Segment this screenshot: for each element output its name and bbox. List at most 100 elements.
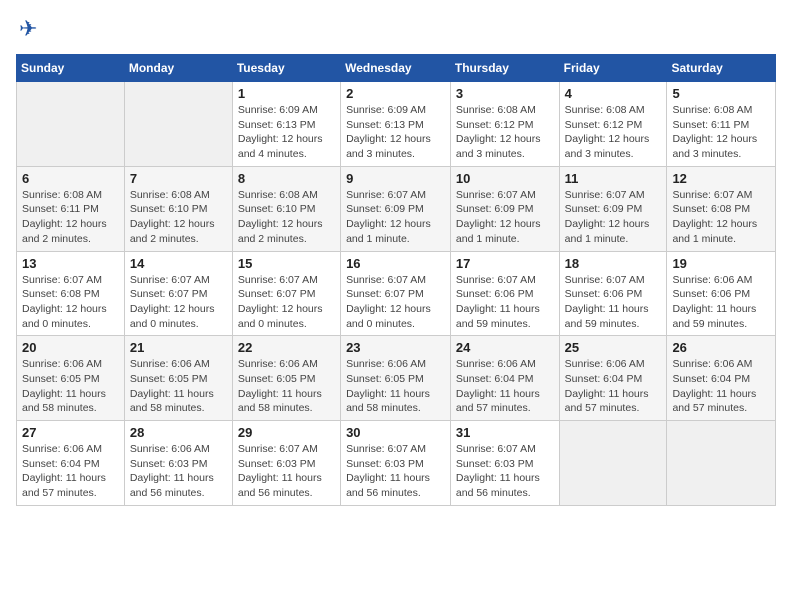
day-number: 16 (346, 256, 445, 271)
day-number: 2 (346, 86, 445, 101)
calendar-day-cell: 23Sunrise: 6:06 AMSunset: 6:05 PMDayligh… (341, 336, 451, 421)
calendar-day-cell: 31 Sunrise: 6:07 AMSunset: 6:03 PMDayligh… (450, 421, 559, 506)
day-detail: Sunrise: 6:07 AMSunset: 6:08 PMDaylight:… (22, 273, 119, 332)
calendar-day-cell: 21 Sunrise: 6:06 AMSunset: 6:05 PMDayligh… (124, 336, 232, 421)
calendar-day-cell: 9 Sunrise: 6:07 AMSunset: 6:09 PMDaylight… (341, 166, 451, 251)
day-number: 5 (672, 86, 770, 101)
calendar-week-row: 1 Sunrise: 6:09 AMSunset: 6:13 PMDaylight… (17, 82, 776, 167)
calendar-day-cell: 25 Sunrise: 6:06 AMSunset: 6:04 PMDayligh… (559, 336, 667, 421)
day-number: 10 (456, 171, 554, 186)
day-number: 13 (22, 256, 119, 271)
day-number: 20 (22, 340, 119, 355)
calendar-day-cell: 8Sunrise: 6:08 AMSunset: 6:10 PMDaylight… (232, 166, 340, 251)
day-number: 3 (456, 86, 554, 101)
day-number: 11 (565, 171, 662, 186)
day-number: 22 (238, 340, 335, 355)
day-detail: Sunrise: 6:06 AMSunset: 6:05 PMDaylight:… (22, 357, 119, 416)
calendar-day-cell: 22 Sunrise: 6:06 AMSunset: 6:05 PMDayligh… (232, 336, 340, 421)
day-detail: Sunrise: 6:07 AMSunset: 6:06 PMDaylight:… (456, 273, 554, 332)
weekday-header-tuesday: Tuesday (232, 55, 340, 82)
day-detail: Sunrise: 6:09 AMSunset: 6:13 PMDaylight:… (238, 103, 335, 162)
calendar-day-cell: 12 Sunrise: 6:07 AMSunset: 6:08 PMDayligh… (667, 166, 776, 251)
day-detail: Sunrise: 6:06 AMSunset: 6:04 PMDaylight:… (456, 357, 554, 416)
calendar-day-cell: 30 Sunrise: 6:07 AMSunset: 6:03 PMDayligh… (341, 421, 451, 506)
day-detail: Sunrise: 6:09 AMSunset: 6:13 PMDaylight:… (346, 103, 445, 162)
calendar-table: SundayMondayTuesdayWednesdayThursdayFrid… (16, 54, 776, 506)
day-detail: Sunrise: 6:07 AMSunset: 6:03 PMDaylight:… (456, 442, 554, 501)
calendar-day-cell: 18Sunrise: 6:07 AMSunset: 6:06 PMDayligh… (559, 251, 667, 336)
day-detail: Sunrise: 6:06 AMSunset: 6:05 PMDaylight:… (238, 357, 335, 416)
day-number: 9 (346, 171, 445, 186)
calendar-week-row: 20 Sunrise: 6:06 AMSunset: 6:05 PMDayligh… (17, 336, 776, 421)
day-detail: Sunrise: 6:08 AMSunset: 6:11 PMDaylight:… (672, 103, 770, 162)
day-detail: Sunrise: 6:07 AMSunset: 6:09 PMDaylight:… (565, 188, 662, 247)
day-number: 27 (22, 425, 119, 440)
empty-cell (667, 421, 776, 506)
day-number: 19 (672, 256, 770, 271)
day-number: 23 (346, 340, 445, 355)
calendar-day-cell: 5 Sunrise: 6:08 AMSunset: 6:11 PMDaylight… (667, 82, 776, 167)
calendar-day-cell: 13 Sunrise: 6:07 AMSunset: 6:08 PMDayligh… (17, 251, 125, 336)
weekday-header-monday: Monday (124, 55, 232, 82)
day-detail: Sunrise: 6:07 AMSunset: 6:09 PMDaylight:… (456, 188, 554, 247)
calendar-day-cell: 29Sunrise: 6:07 AMSunset: 6:03 PMDayligh… (232, 421, 340, 506)
day-detail: Sunrise: 6:08 AMSunset: 6:11 PMDaylight:… (22, 188, 119, 247)
day-number: 28 (130, 425, 227, 440)
logo-bird-icon: ✈ (19, 16, 37, 42)
day-detail: Sunrise: 6:08 AMSunset: 6:10 PMDaylight:… (130, 188, 227, 247)
day-detail: Sunrise: 6:07 AMSunset: 6:03 PMDaylight:… (346, 442, 445, 501)
day-number: 8 (238, 171, 335, 186)
calendar-day-cell: 15Sunrise: 6:07 AMSunset: 6:07 PMDayligh… (232, 251, 340, 336)
page-header: ✈ (16, 16, 776, 42)
day-detail: Sunrise: 6:07 AMSunset: 6:06 PMDaylight:… (565, 273, 662, 332)
day-number: 12 (672, 171, 770, 186)
weekday-header-friday: Friday (559, 55, 667, 82)
calendar-week-row: 13 Sunrise: 6:07 AMSunset: 6:08 PMDayligh… (17, 251, 776, 336)
calendar-day-cell: 17 Sunrise: 6:07 AMSunset: 6:06 PMDayligh… (450, 251, 559, 336)
day-detail: Sunrise: 6:06 AMSunset: 6:03 PMDaylight:… (130, 442, 227, 501)
day-detail: Sunrise: 6:08 AMSunset: 6:12 PMDaylight:… (456, 103, 554, 162)
day-number: 25 (565, 340, 662, 355)
day-detail: Sunrise: 6:07 AMSunset: 6:08 PMDaylight:… (672, 188, 770, 247)
empty-cell (559, 421, 667, 506)
day-number: 17 (456, 256, 554, 271)
day-number: 30 (346, 425, 445, 440)
day-number: 1 (238, 86, 335, 101)
calendar-day-cell: 3 Sunrise: 6:08 AMSunset: 6:12 PMDaylight… (450, 82, 559, 167)
day-number: 7 (130, 171, 227, 186)
calendar-day-cell: 10 Sunrise: 6:07 AMSunset: 6:09 PMDayligh… (450, 166, 559, 251)
day-number: 4 (565, 86, 662, 101)
day-number: 29 (238, 425, 335, 440)
day-number: 24 (456, 340, 554, 355)
day-number: 31 (456, 425, 554, 440)
empty-cell (124, 82, 232, 167)
weekday-header-sunday: Sunday (17, 55, 125, 82)
empty-cell (17, 82, 125, 167)
day-detail: Sunrise: 6:06 AMSunset: 6:04 PMDaylight:… (565, 357, 662, 416)
weekday-header-thursday: Thursday (450, 55, 559, 82)
calendar-day-cell: 2 Sunrise: 6:09 AMSunset: 6:13 PMDaylight… (341, 82, 451, 167)
calendar-day-cell: 6 Sunrise: 6:08 AMSunset: 6:11 PMDaylight… (17, 166, 125, 251)
day-number: 6 (22, 171, 119, 186)
day-detail: Sunrise: 6:07 AMSunset: 6:07 PMDaylight:… (346, 273, 445, 332)
calendar-day-cell: 16 Sunrise: 6:07 AMSunset: 6:07 PMDayligh… (341, 251, 451, 336)
day-detail: Sunrise: 6:06 AMSunset: 6:04 PMDaylight:… (22, 442, 119, 501)
day-detail: Sunrise: 6:07 AMSunset: 6:09 PMDaylight:… (346, 188, 445, 247)
calendar-day-cell: 7 Sunrise: 6:08 AMSunset: 6:10 PMDaylight… (124, 166, 232, 251)
day-detail: Sunrise: 6:06 AMSunset: 6:05 PMDaylight:… (130, 357, 227, 416)
calendar-day-cell: 14 Sunrise: 6:07 AMSunset: 6:07 PMDayligh… (124, 251, 232, 336)
day-number: 21 (130, 340, 227, 355)
calendar-day-cell: 11 Sunrise: 6:07 AMSunset: 6:09 PMDayligh… (559, 166, 667, 251)
calendar-week-row: 6 Sunrise: 6:08 AMSunset: 6:11 PMDaylight… (17, 166, 776, 251)
logo: ✈ (16, 16, 37, 42)
day-number: 14 (130, 256, 227, 271)
weekday-header-wednesday: Wednesday (341, 55, 451, 82)
day-detail: Sunrise: 6:07 AMSunset: 6:07 PMDaylight:… (130, 273, 227, 332)
calendar-day-cell: 4Sunrise: 6:08 AMSunset: 6:12 PMDaylight… (559, 82, 667, 167)
day-detail: Sunrise: 6:07 AMSunset: 6:07 PMDaylight:… (238, 273, 335, 332)
day-number: 26 (672, 340, 770, 355)
calendar-day-cell: 27 Sunrise: 6:06 AMSunset: 6:04 PMDayligh… (17, 421, 125, 506)
calendar-day-cell: 24 Sunrise: 6:06 AMSunset: 6:04 PMDayligh… (450, 336, 559, 421)
calendar-day-cell: 26Sunrise: 6:06 AMSunset: 6:04 PMDayligh… (667, 336, 776, 421)
day-detail: Sunrise: 6:06 AMSunset: 6:06 PMDaylight:… (672, 273, 770, 332)
